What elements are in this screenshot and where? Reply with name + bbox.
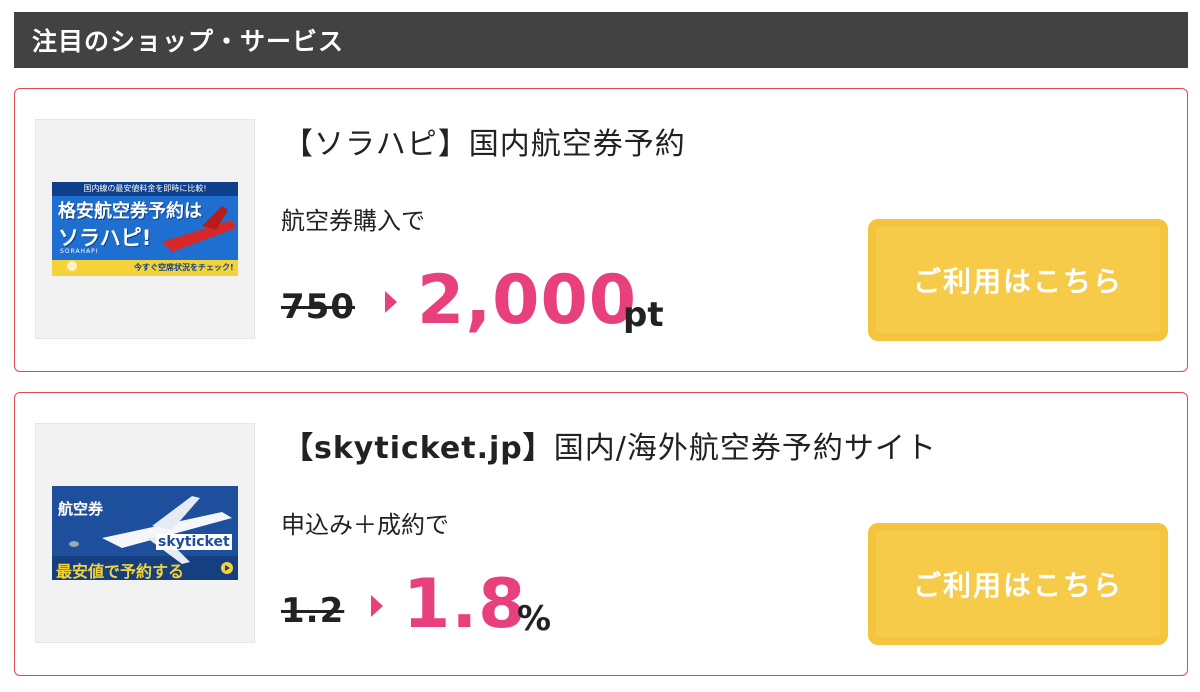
offer-title-prefix: 【skyticket.jp】 (283, 431, 554, 466)
offer-title-rest: 国内航空券予約 (468, 127, 686, 162)
offer-title[interactable]: 【skyticket.jp】国内/海外航空券予約サイト (283, 423, 937, 467)
offer-thumbnail[interactable]: 国内線の最安値料金を即時に比較! 格安航空券予約は ソラハピ! SORAHAPI… (35, 119, 255, 339)
banner-logo-text: skyticket (156, 534, 232, 550)
rate-unit: pt (623, 295, 664, 335)
use-service-button[interactable]: ご利用はこちら (868, 523, 1168, 645)
new-rate: 1.8 (403, 565, 527, 644)
offer-condition: 申込み＋成約で (281, 511, 449, 539)
banner-headline-1: 格安航空券予約は (58, 201, 202, 222)
offer-thumbnail[interactable]: 航空券 skyticket 最安値で予約する (35, 423, 255, 643)
skyticket-banner-image[interactable]: 航空券 skyticket 最安値で予約する (52, 486, 238, 580)
arrow-right-icon (371, 595, 383, 617)
offer-title-rest: 国内/海外航空券予約サイト (553, 431, 937, 466)
section-title: 注目のショップ・サービス (32, 27, 345, 56)
rate-unit: % (517, 599, 552, 639)
section-header: 注目のショップ・サービス (14, 12, 1188, 68)
banner-label: 航空券 (58, 500, 104, 518)
use-service-button[interactable]: ご利用はこちら (868, 219, 1168, 341)
offer-title-prefix: 【ソラハピ】 (283, 127, 469, 162)
sorahapi-banner-image[interactable]: 国内線の最安値料金を即時に比較! 格安航空券予約は ソラハピ! SORAHAPI… (52, 182, 238, 276)
banner-footer: 今すぐ空席状況をチェック! (134, 263, 234, 272)
arrow-right-icon (385, 291, 397, 313)
offer-condition: 航空券購入で (281, 207, 425, 235)
banner-logo-text: SORAHAPI (60, 248, 99, 255)
offer-card-sorahapi: 国内線の最安値料金を即時に比較! 格安航空券予約は ソラハピ! SORAHAPI… (14, 88, 1188, 372)
offer-title[interactable]: 【ソラハピ】国内航空券予約 (283, 119, 686, 163)
old-rate: 750 (281, 287, 355, 327)
old-rate: 1.2 (281, 591, 345, 631)
banner-top-line: 国内線の最安値料金を即時に比較! (83, 184, 207, 193)
banner-footer: 最安値で予約する (56, 562, 185, 580)
new-rate: 2,000 (417, 261, 638, 340)
offer-card-skyticket: 航空券 skyticket 最安値で予約する 【skyticket.jp】国内/… (14, 392, 1188, 676)
